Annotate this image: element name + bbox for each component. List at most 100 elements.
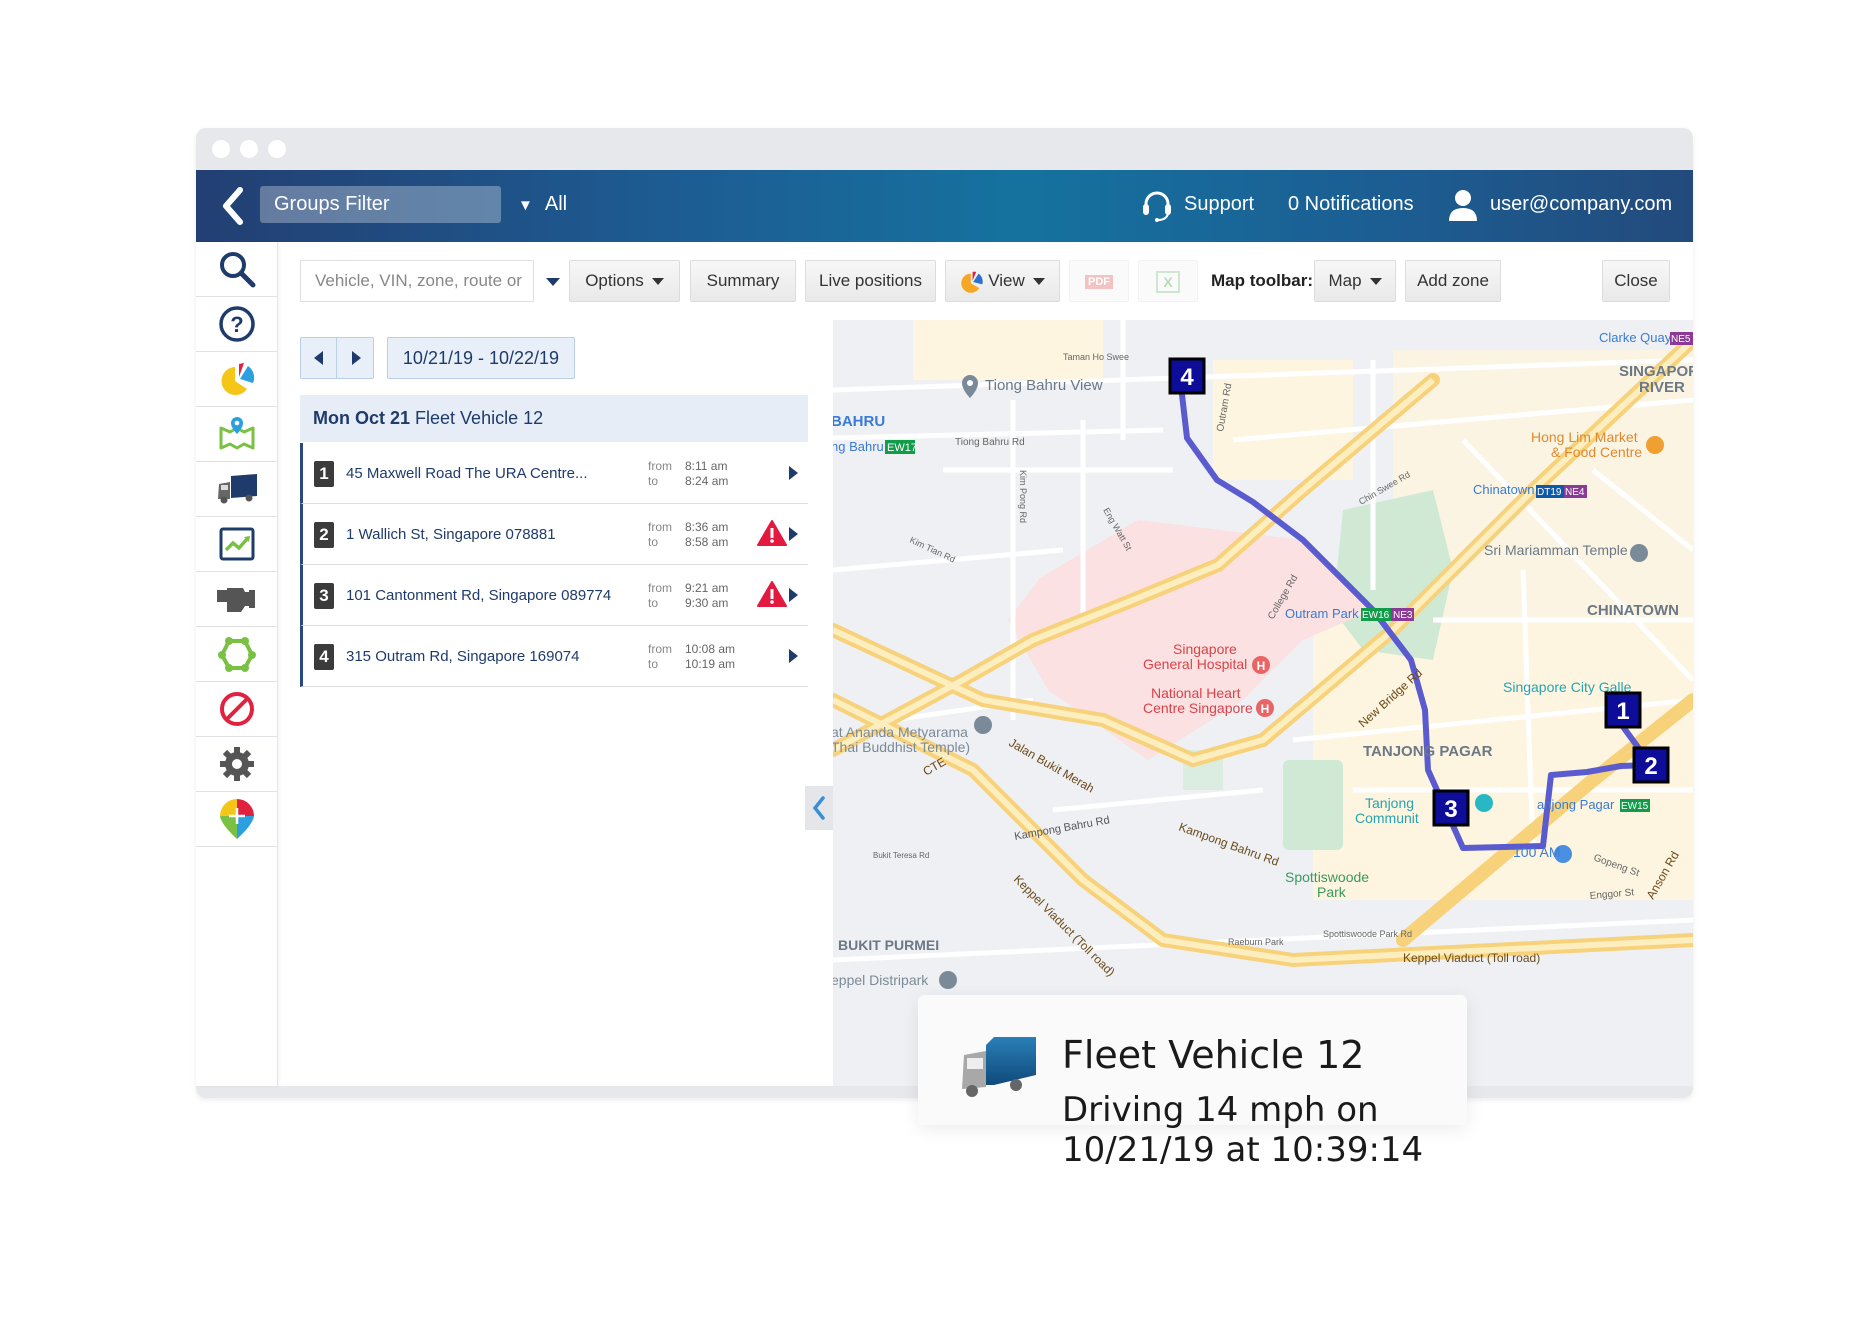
title-bar — [196, 128, 1693, 170]
sidebar-item-settings[interactable] — [196, 737, 278, 792]
map-label: SINGAPORE — [1619, 363, 1693, 380]
hospital-icon: H — [1252, 656, 1270, 674]
support-label: Support — [1184, 193, 1255, 215]
map-type-button[interactable]: Map — [1314, 260, 1396, 302]
group-select-value: All — [544, 193, 568, 215]
back-button[interactable] — [218, 186, 248, 226]
popup-status-line-1: Driving 14 mph on — [1062, 1090, 1379, 1130]
chevron-left-icon — [223, 187, 243, 225]
sidebar-item-network[interactable] — [196, 627, 278, 682]
route-marker-label: 1 — [1616, 698, 1629, 725]
trip-address: 101 Cantonment Rd, Singapore 089774 — [346, 587, 612, 604]
museum-icon — [939, 971, 957, 989]
route-marker[interactable]: 2 — [1632, 746, 1670, 784]
caret-right-icon — [351, 351, 361, 365]
options-label: Options — [585, 271, 644, 290]
trip-row[interactable]: 1 45 Maxwell Road The URA Centre... from to… — [300, 443, 808, 504]
view-button[interactable]: View — [945, 260, 1060, 302]
trip-number-badge: 1 — [314, 461, 334, 487]
trip-row[interactable]: 4 315 Outram Rd, Singapore 169074 from to 10… — [300, 626, 808, 687]
map-station-code: EW17 — [887, 442, 917, 454]
trend-chart-icon — [219, 527, 255, 561]
map-label: Kampong Bahru Rd — [1177, 820, 1281, 869]
map-label: Tiong Bahru View — [985, 377, 1103, 394]
map-station-code: EW15 — [1621, 801, 1649, 812]
groups-filter-input[interactable]: Groups Filter — [260, 186, 501, 223]
sidebar-item-exceptions[interactable] — [196, 682, 278, 737]
window-minimize-dot[interactable] — [240, 140, 258, 158]
notifications-link[interactable]: 0 Notifications — [1288, 186, 1414, 223]
main-body: ? Vehicle, VIN, zone, route or Options S… — [196, 242, 1693, 1086]
sidebar-item-marketplace[interactable] — [196, 792, 278, 847]
food-icon — [1646, 436, 1664, 454]
caret-down-icon: ▼ — [518, 197, 533, 214]
live-positions-button[interactable]: Live positions — [805, 260, 936, 302]
warning-icon[interactable] — [757, 580, 787, 608]
map-station-code: NE4 — [1565, 487, 1585, 498]
route-marker-label: 4 — [1180, 364, 1194, 391]
window-close-dot[interactable] — [212, 140, 230, 158]
map-view[interactable]: H H Tiong Bahru View BAHRU ng Bahru EW17… — [833, 320, 1693, 1086]
play-trip-button[interactable] — [789, 588, 798, 602]
map-label: Kim Pong Rd — [1018, 470, 1028, 523]
map-label: Thai Buddhist Temple) — [833, 739, 970, 755]
export-pdf-button[interactable]: PDF — [1069, 260, 1129, 302]
trip-from-time: 8:36 am — [685, 520, 729, 534]
previous-day-button[interactable] — [301, 338, 337, 378]
sidebar-item-vehicles[interactable] — [196, 462, 278, 517]
landmark-icon — [1475, 794, 1493, 812]
group-select[interactable]: ▼ All — [518, 186, 567, 224]
trip-number-badge: 2 — [314, 522, 334, 548]
map-station-code: NE3 — [1393, 610, 1413, 621]
from-label: from — [648, 459, 672, 473]
warning-icon[interactable] — [757, 519, 787, 547]
route-marker[interactable]: 1 — [1604, 691, 1642, 729]
sidebar-item-search[interactable] — [196, 242, 278, 297]
map-label: ng Bahru — [833, 439, 884, 454]
map-label: anjong Pagar — [1537, 797, 1615, 812]
play-trip-button[interactable] — [789, 649, 798, 663]
trip-number-badge: 3 — [314, 583, 334, 609]
search-dropdown-caret[interactable] — [546, 278, 560, 286]
window-maximize-dot[interactable] — [268, 140, 286, 158]
map-label: Raeburn Park — [1228, 937, 1284, 947]
map-label: RIVER — [1639, 379, 1685, 396]
trip-row[interactable]: 2 1 Wallich St, Singapore 078881 from to 8:3… — [300, 504, 808, 565]
route-marker[interactable]: 3 — [1432, 789, 1470, 827]
play-trip-button[interactable] — [789, 466, 798, 480]
map-label: 100 AM — [1513, 844, 1560, 860]
sidebar-item-engine[interactable] — [196, 572, 278, 627]
date-navigator — [300, 337, 374, 379]
trip-row[interactable]: 3 101 Cantonment Rd, Singapore 089774 from… — [300, 565, 808, 626]
to-label: to — [648, 596, 659, 610]
trip-to-time: 8:24 am — [685, 474, 729, 488]
sidebar-item-reports[interactable] — [196, 352, 278, 407]
sidebar-item-trends[interactable] — [196, 517, 278, 572]
map-station-code: EW16 — [1362, 610, 1390, 621]
date-range-picker[interactable]: 10/21/19 - 10/22/19 — [387, 337, 575, 379]
sidebar-item-help[interactable]: ? — [196, 297, 278, 352]
chevron-left-icon — [812, 796, 825, 820]
add-zone-button[interactable]: Add zone — [1405, 260, 1501, 302]
trip-number-badge: 4 — [314, 644, 334, 670]
sidebar-item-zones[interactable] — [196, 407, 278, 462]
user-menu[interactable]: user@company.com — [1446, 186, 1672, 223]
play-trip-button[interactable] — [789, 527, 798, 541]
support-link[interactable]: Support — [1140, 186, 1254, 223]
options-button[interactable]: Options — [569, 260, 680, 302]
network-icon — [218, 637, 256, 672]
route-marker[interactable]: 4 — [1168, 357, 1206, 395]
close-button[interactable]: Close — [1602, 260, 1670, 302]
trip-address: 315 Outram Rd, Singapore 169074 — [346, 648, 580, 665]
collapse-panel-button[interactable] — [805, 786, 833, 830]
map-zones-icon — [219, 417, 255, 450]
vehicle-search-input[interactable]: Vehicle, VIN, zone, route or — [300, 260, 534, 302]
next-day-button[interactable] — [338, 338, 374, 378]
map-label: Keppel Viaduct (Toll road) — [1403, 951, 1540, 965]
map-type-label: Map — [1328, 271, 1362, 290]
map-label: CHINATOWN — [1587, 602, 1679, 619]
svg-text:?: ? — [230, 312, 243, 337]
export-excel-button[interactable]: X — [1138, 260, 1198, 302]
popup-status-line-2: 10/21/19 at 10:39:14 — [1062, 1130, 1424, 1170]
summary-button[interactable]: Summary — [690, 260, 796, 302]
